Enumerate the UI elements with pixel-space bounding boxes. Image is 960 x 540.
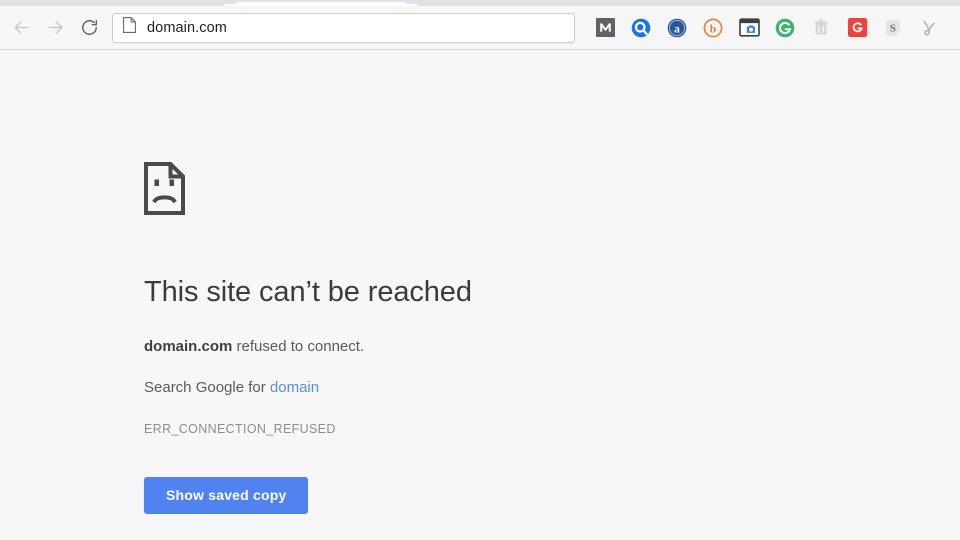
search-suggestion-line: Search Google for domain [144, 379, 764, 396]
page-document-icon [123, 17, 136, 38]
search-suggestion-prefix: Search Google for [144, 378, 270, 396]
page-viewport: This site can’t be reached domain.com re… [0, 51, 960, 540]
error-page: This site can’t be reached domain.com re… [144, 162, 764, 514]
bitly-extension-icon[interactable]: b [695, 11, 731, 45]
three-dot-menu-icon[interactable] [947, 11, 960, 45]
error-subtitle: domain.com refused to connect. [144, 336, 764, 357]
kami-extension-icon[interactable] [911, 11, 947, 45]
mailtrack-extension-icon[interactable] [587, 11, 623, 45]
search-google-link[interactable]: domain [270, 379, 319, 396]
error-subtitle-domain: domain.com [144, 337, 233, 355]
qwant-extension-icon[interactable] [623, 11, 659, 45]
forward-button[interactable] [38, 11, 72, 45]
error-subtitle-rest: refused to connect. [232, 337, 365, 355]
svg-text:S: S [890, 22, 896, 34]
extension-toolbar: a b S [587, 11, 960, 45]
amazon-assistant-extension-icon[interactable]: a [659, 11, 695, 45]
address-bar[interactable]: domain.com [112, 12, 575, 43]
trash-extension-icon[interactable] [803, 11, 839, 45]
reload-button[interactable] [72, 11, 106, 45]
browser-toolbar: domain.com a b S [0, 6, 960, 50]
browser-window: domain.com a b S This site can’t be reac… [0, 0, 960, 540]
grammarly-extension-icon[interactable] [767, 11, 803, 45]
back-button[interactable] [4, 11, 38, 45]
sad-page-icon [144, 162, 764, 220]
grammarly-red-extension-icon[interactable] [839, 11, 875, 45]
screenshot-capture-extension-icon[interactable] [731, 11, 767, 45]
skitch-extension-icon[interactable]: S [875, 11, 911, 45]
svg-text:b: b [710, 21, 717, 35]
page-title: This site can’t be reached [144, 276, 472, 308]
show-saved-copy-button[interactable]: Show saved copy [144, 476, 309, 514]
error-code: ERR_CONNECTION_REFUSED [144, 421, 336, 436]
address-bar-text[interactable]: domain.com [147, 20, 227, 36]
svg-text:a: a [674, 23, 680, 35]
